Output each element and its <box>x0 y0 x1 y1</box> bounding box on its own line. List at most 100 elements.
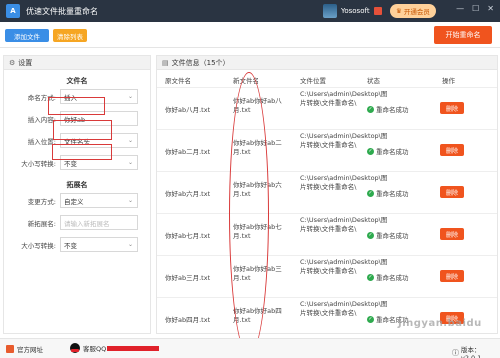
chevron-down-icon: ⌄ <box>127 93 133 100</box>
chevron-down-icon: ⌄ <box>127 197 133 204</box>
watermark: Jingyan.baidu <box>398 318 482 329</box>
file-location: C:\Users\admin\Desktop\图片转换\文件重命名\ <box>300 90 388 107</box>
ext-case-row: 大小写转换: 不变 ⌄ <box>4 234 150 256</box>
settings-header: ⚙ 设置 <box>4 56 150 70</box>
status-text: 重命名成功 <box>376 232 409 240</box>
minimize-icon[interactable]: — <box>456 4 464 13</box>
file-list-header: ▤ 文件信息（15个） <box>157 56 497 70</box>
col-header-location: 文件位置 <box>300 77 326 85</box>
avatar[interactable] <box>323 4 337 18</box>
insert-position-select[interactable]: 文件名头 ⌄ <box>60 133 138 148</box>
rename-mode-label: 命名方式: <box>27 94 56 102</box>
maximize-icon[interactable]: ☐ <box>472 4 479 13</box>
insert-position-label: 插入位置: <box>27 138 56 146</box>
toolbar: 添加文件 清除列表 开始重命名 <box>0 22 500 48</box>
status-bar: 官方网址 客服QQ ⓘ 版本：v2.0.1 <box>0 338 500 358</box>
new-filename: 你好ab你好ab八月.txt <box>233 97 282 114</box>
insert-content-input[interactable]: 你好ab <box>60 111 138 126</box>
website-label: 官方网址 <box>17 346 43 354</box>
qq-label: 客服QQ <box>83 345 107 353</box>
file-location: C:\Users\admin\Desktop\图片转换\文件重命名\ <box>300 216 388 233</box>
close-icon[interactable]: ✕ <box>487 4 494 13</box>
open-vip-button[interactable]: ♛ 开通会员 <box>390 4 436 18</box>
original-filename: 你好ab三月.txt <box>165 274 211 282</box>
delete-button[interactable]: 删除 <box>440 270 464 282</box>
col-header-action: 操作 <box>442 77 455 85</box>
check-circle-icon: ✓ <box>367 231 374 239</box>
website-link[interactable]: 官方网址 <box>6 344 43 354</box>
rename-mode-row: 命名方式: 插入 ⌄ <box>4 86 150 108</box>
case-select[interactable]: 不变 ⌄ <box>60 155 138 170</box>
original-filename: 你好ab七月.txt <box>165 232 211 240</box>
ext-mode-label: 变更方式: <box>27 198 56 206</box>
new-ext-row: 新拓展名: 请输入新拓展名 <box>4 212 150 234</box>
table-row: 你好ab七月.txt 你好ab你好ab七月.txt C:\Users\admin\D… <box>157 214 497 256</box>
check-circle-icon: ✓ <box>367 147 374 155</box>
new-ext-input[interactable]: 请输入新拓展名 <box>60 215 138 230</box>
file-list-title: 文件信息（15个） <box>171 58 230 67</box>
new-filename: 你好ab你好ab四月.txt <box>233 307 282 324</box>
vip-badge-icon <box>373 7 382 15</box>
status-text: 重命名成功 <box>376 148 409 156</box>
vip-crown-icon: ♛ <box>396 7 402 15</box>
file-location: C:\Users\admin\Desktop\图片转换\文件重命名\ <box>300 132 388 149</box>
table-row: 你好ab二月.txt 你好ab你好ab二月.txt C:\Users\admin\D… <box>157 130 497 172</box>
insert-position-row: 插入位置: 文件名头 ⌄ <box>4 130 150 152</box>
user-area[interactable]: Yososoft <box>323 4 382 18</box>
new-filename: 你好ab你好ab六月.txt <box>233 181 282 198</box>
ext-case-select[interactable]: 不变 ⌄ <box>60 237 138 252</box>
case-label: 大小写转换: <box>21 160 56 168</box>
insert-position-value: 文件名头 <box>64 137 90 146</box>
ext-section-title: 拓展名 <box>66 181 88 189</box>
chevron-down-icon: ⌄ <box>127 241 133 248</box>
original-filename: 你好ab四月.txt <box>165 316 211 324</box>
add-files-button[interactable]: 添加文件 <box>5 29 49 42</box>
case-value: 不变 <box>64 159 77 168</box>
window-controls: — ☐ ✕ <box>456 4 494 13</box>
start-rename-button[interactable]: 开始重命名 <box>434 26 492 44</box>
new-ext-label: 新拓展名: <box>27 220 56 228</box>
ext-mode-value: 自定义 <box>64 197 84 206</box>
home-icon <box>6 345 14 353</box>
app-title: 优速文件批量重命名 <box>26 6 98 16</box>
title-bar: A 优速文件批量重命名 Yososoft ♛ 开通会员 — ☐ ✕ <box>0 0 500 22</box>
list-icon: ▤ <box>162 58 169 67</box>
new-filename: 你好ab你好ab二月.txt <box>233 139 282 156</box>
case-row: 大小写转换: 不变 ⌄ <box>4 152 150 174</box>
delete-button[interactable]: 删除 <box>440 228 464 240</box>
delete-button[interactable]: 删除 <box>440 186 464 198</box>
check-circle-icon: ✓ <box>367 273 374 281</box>
settings-title: 设置 <box>18 58 33 67</box>
status-cell: ✓ 重命名成功 <box>367 146 409 156</box>
rename-mode-value: 插入 <box>64 93 77 102</box>
table-row: 你好ab六月.txt 你好ab你好ab六月.txt C:\Users\admin\D… <box>157 172 497 214</box>
new-filename: 你好ab你好ab七月.txt <box>233 223 282 240</box>
chevron-down-icon: ⌄ <box>127 159 133 166</box>
qq-support-link[interactable]: 客服QQ <box>70 343 160 353</box>
new-filename: 你好ab你好ab三月.txt <box>233 265 282 282</box>
delete-button[interactable]: 删除 <box>440 102 464 114</box>
file-location: C:\Users\admin\Desktop\图片转换\文件重命名\ <box>300 300 388 317</box>
file-list-panel: ▤ 文件信息（15个） 原文件名 新文件名 文件位置 状态 操作 你好ab八月.… <box>156 55 498 334</box>
ext-mode-row: 变更方式: 自定义 ⌄ <box>4 190 150 212</box>
rename-mode-select[interactable]: 插入 ⌄ <box>60 89 138 104</box>
status-text: 重命名成功 <box>376 106 409 114</box>
check-circle-icon: ✓ <box>367 315 374 323</box>
ext-mode-select[interactable]: 自定义 ⌄ <box>60 193 138 208</box>
clear-list-button[interactable]: 清除列表 <box>53 29 87 42</box>
check-circle-icon: ✓ <box>367 189 374 197</box>
status-text: 重命名成功 <box>376 190 409 198</box>
chevron-down-icon: ⌄ <box>127 137 133 144</box>
redaction-bar <box>107 345 160 351</box>
info-icon: ⓘ <box>452 349 459 357</box>
insert-content-row: 插入内容: 你好ab <box>4 108 150 130</box>
ext-case-label: 大小写转换: <box>21 242 56 250</box>
original-filename: 你好ab二月.txt <box>165 148 211 156</box>
check-circle-icon: ✓ <box>367 105 374 113</box>
user-name[interactable]: Yososoft <box>341 7 370 15</box>
delete-button[interactable]: 删除 <box>440 144 464 156</box>
table-header: 原文件名 新文件名 文件位置 状态 操作 <box>157 70 497 88</box>
settings-panel: ⚙ 设置 文件名 命名方式: 插入 ⌄ 插入内容: 你好ab 插入位置: 文件名… <box>3 55 151 334</box>
version-info: ⓘ 版本：v2.0.1 <box>452 344 500 358</box>
table-body: 你好ab八月.txt 你好ab你好ab八月.txt C:\Users\admin\D… <box>157 88 497 333</box>
